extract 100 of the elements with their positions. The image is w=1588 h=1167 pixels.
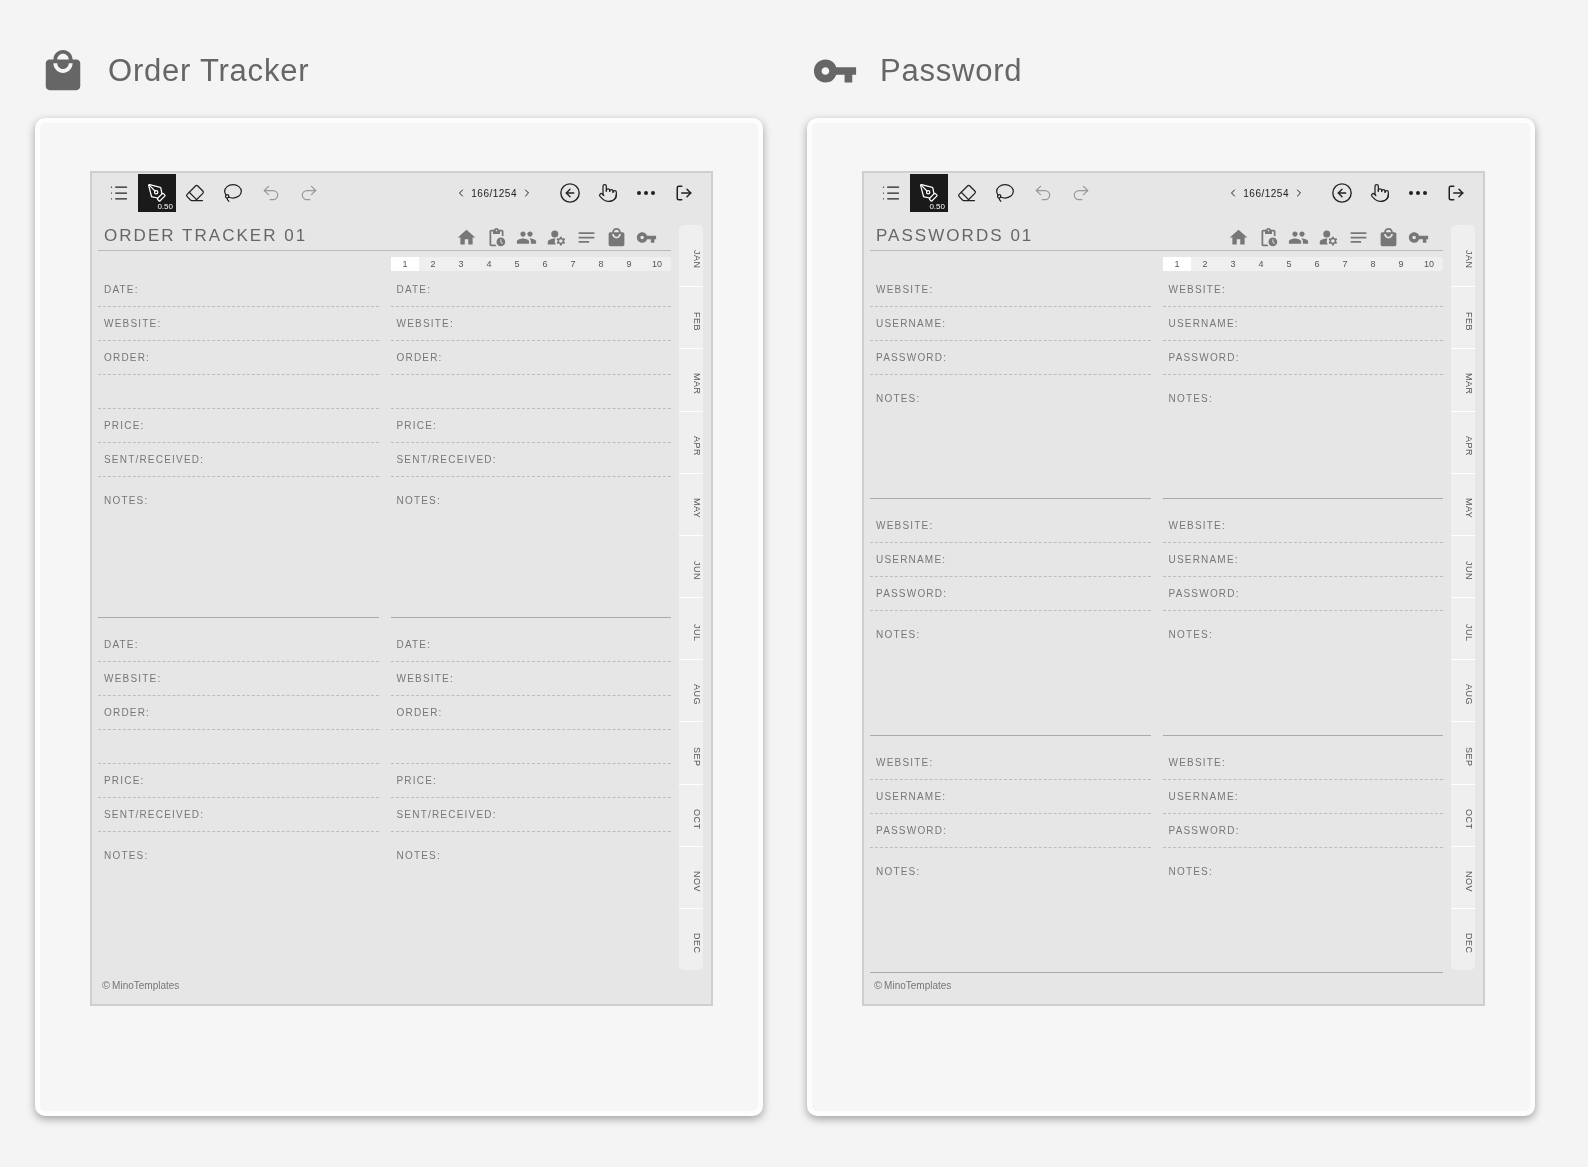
home-icon[interactable] [456,227,477,248]
form-line[interactable]: USERNAME: [870,543,1151,578]
page-tab[interactable]: 3 [1219,257,1247,271]
form-line[interactable]: WEBSITE: [390,661,671,696]
page-tab[interactable]: 6 [1303,257,1331,271]
form-line[interactable]: DATE: [98,273,379,307]
form-line[interactable]: USERNAME: [1162,307,1443,341]
form-line[interactable]: WEBSITE: [98,307,379,341]
pen-tool-button[interactable]: 0.50 [910,174,948,212]
month-tab[interactable]: DEC [1451,907,1475,971]
form-line[interactable]: WEBSITE: [1162,745,1443,780]
form-line[interactable]: SENT/RECEIVED: [390,443,671,477]
page-tab[interactable]: 10 [1415,257,1443,271]
month-tab[interactable]: JUN [1451,534,1475,598]
form-line[interactable]: USERNAME: [870,779,1151,814]
page-tab[interactable]: 9 [1387,257,1415,271]
page-tab[interactable]: 2 [1191,257,1219,271]
form-line[interactable]: ORDER: [98,695,379,730]
month-tab[interactable]: FEB [679,286,703,349]
notes-area[interactable]: NOTES: [1162,611,1443,736]
page-tab[interactable]: 9 [615,257,643,271]
pen-tool-button[interactable]: 0.50 [138,174,176,212]
page-tab[interactable]: 7 [1331,257,1359,271]
notes-area[interactable]: NOTES: [98,831,379,972]
notes-area[interactable]: NOTES: [390,831,671,972]
page-tab[interactable]: 8 [587,257,615,271]
form-line[interactable]: WEBSITE: [98,661,379,696]
notes-area[interactable]: NOTES: [1162,375,1443,500]
notes-area[interactable]: NOTES: [870,375,1151,500]
page-counter: 166/1254 [1243,186,1289,201]
form-line[interactable]: USERNAME: [870,307,1151,341]
month-tab[interactable]: NOV [1451,845,1475,908]
month-tab[interactable]: JUL [1451,597,1475,660]
page-tab[interactable]: 8 [1359,257,1387,271]
notes-area[interactable]: NOTES: [870,847,1151,972]
month-tab[interactable]: SEP [1451,721,1475,784]
month-tab[interactable]: DEC [679,907,703,971]
form-line[interactable]: SENT/RECEIVED: [98,797,379,832]
month-tab[interactable]: OCT [1451,783,1475,846]
shopping-bag-icon[interactable] [1378,227,1399,248]
form-line[interactable]: DATE: [98,627,379,662]
form-line[interactable]: DATE: [390,627,671,662]
month-tab[interactable]: MAR [1451,348,1475,411]
form-line[interactable]: WEBSITE: [870,745,1151,780]
form-line[interactable]: ORDER: [390,695,671,730]
page-tab[interactable]: 1 [391,257,419,271]
page-tab[interactable]: 2 [419,257,447,271]
form-line[interactable]: WEBSITE: [1162,273,1443,307]
form-line[interactable]: PASSWORD: [870,577,1151,612]
month-tab[interactable]: SEP [679,721,703,784]
home-icon[interactable] [1228,227,1249,248]
form-line[interactable]: WEBSITE: [870,509,1151,544]
form-line[interactable]: SENT/RECEIVED: [98,443,379,477]
month-tab[interactable]: APR [1451,410,1475,473]
form-line[interactable]: PASSWORD: [870,813,1151,848]
form-line[interactable]: USERNAME: [1162,543,1443,578]
page-tab[interactable]: 1 [1163,257,1191,271]
page-tab[interactable]: 10 [643,257,671,271]
month-tab[interactable]: AUG [1451,659,1475,722]
form-line[interactable]: SENT/RECEIVED: [390,797,671,832]
month-tab[interactable]: FEB [1451,286,1475,349]
form-line[interactable]: WEBSITE: [870,273,1151,307]
page-tab[interactable]: 5 [1275,257,1303,271]
page-tab[interactable]: 7 [559,257,587,271]
form-line[interactable]: USERNAME: [1162,779,1443,814]
form-line[interactable]: PASSWORD: [1162,813,1443,848]
page-tab[interactable]: 4 [1247,257,1275,271]
month-tab[interactable]: MAY [679,472,703,535]
notes-area[interactable]: NOTES: [98,477,379,618]
form-line[interactable]: ORDER: [98,341,379,375]
month-tab[interactable]: MAR [679,348,703,411]
shopping-bag-icon[interactable] [606,227,627,248]
form-line[interactable]: PRICE: [98,763,379,798]
form-line[interactable]: WEBSITE: [1162,509,1443,544]
month-tab[interactable]: APR [679,410,703,473]
form-line[interactable]: WEBSITE: [390,307,671,341]
page-tab[interactable]: 4 [475,257,503,271]
notes-area[interactable]: NOTES: [390,477,671,618]
notes-area[interactable]: NOTES: [1162,847,1443,972]
page-tab[interactable]: 6 [531,257,559,271]
month-tab[interactable]: OCT [679,783,703,846]
month-tab[interactable]: JAN [679,225,703,287]
field-label: NOTES: [396,495,441,506]
form-line[interactable]: PASSWORD: [870,341,1151,375]
form-line[interactable]: PRICE: [390,763,671,798]
month-tab[interactable]: AUG [679,659,703,722]
month-tab[interactable]: JAN [1451,225,1475,287]
form-line[interactable]: PRICE: [390,409,671,443]
form-line[interactable]: ORDER: [390,341,671,375]
page-tab[interactable]: 5 [503,257,531,271]
form-line[interactable]: PASSWORD: [1162,577,1443,612]
form-line[interactable]: PASSWORD: [1162,341,1443,375]
month-tab[interactable]: JUN [679,534,703,598]
notes-area[interactable]: NOTES: [870,611,1151,736]
month-tab[interactable]: NOV [679,845,703,908]
month-tab[interactable]: JUL [679,597,703,660]
month-tab[interactable]: MAY [1451,472,1475,535]
form-line[interactable]: PRICE: [98,409,379,443]
page-tab[interactable]: 3 [447,257,475,271]
form-line[interactable]: DATE: [390,273,671,307]
